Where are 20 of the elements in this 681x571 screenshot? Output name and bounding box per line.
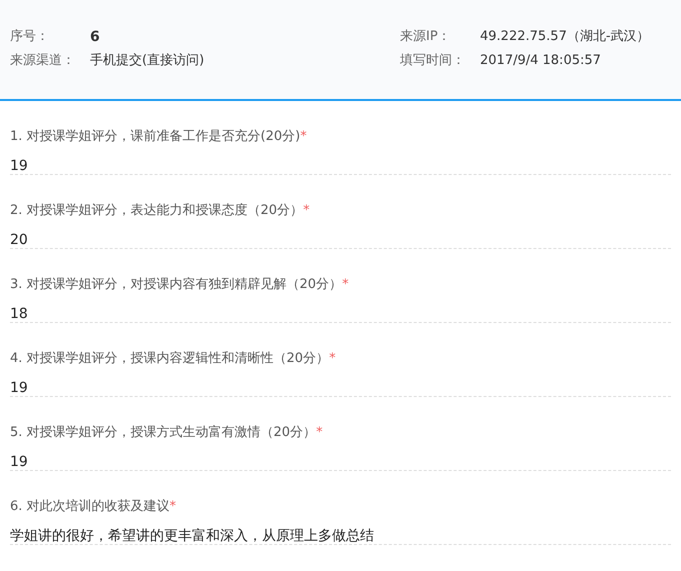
answer-text: 学姐讲的很好，希望讲的更丰富和深入，从原理上多做总结 [10, 527, 374, 546]
answer-text: 19 [10, 157, 28, 176]
answer-text: 18 [10, 305, 28, 324]
field-label: 序号： [10, 28, 50, 46]
field-value: 49.222.75.57（湖北-武汉） [480, 28, 650, 46]
answer-text: 19 [10, 453, 28, 472]
field-label: 填写时间： [400, 52, 466, 70]
field-value: 6 [90, 28, 100, 46]
question-title: 2. 对授课学姐评分，表达能力和授课态度（20分）* [10, 202, 310, 220]
answer-text: 20 [10, 231, 28, 250]
question-title: 5. 对授课学姐评分，授课方式生动富有激情（20分）* [10, 424, 323, 442]
question-title: 3. 对授课学姐评分，对授课内容有独到精辟见解（20分）* [10, 276, 349, 294]
field-value: 手机提交(直接访问) [90, 52, 204, 70]
question-title: 4. 对授课学姐评分，授课内容逻辑性和清晰性（20分）* [10, 350, 336, 368]
question-title: 6. 对此次培训的收获及建议* [10, 498, 176, 516]
question-title: 1. 对授课学姐评分，课前准备工作是否充分(20分)* [10, 128, 307, 146]
field-label: 来源渠道： [10, 52, 76, 70]
field-value: 2017/9/4 18:05:57 [480, 52, 601, 70]
answer-text: 19 [10, 379, 28, 398]
field-label: 来源IP： [400, 28, 452, 46]
